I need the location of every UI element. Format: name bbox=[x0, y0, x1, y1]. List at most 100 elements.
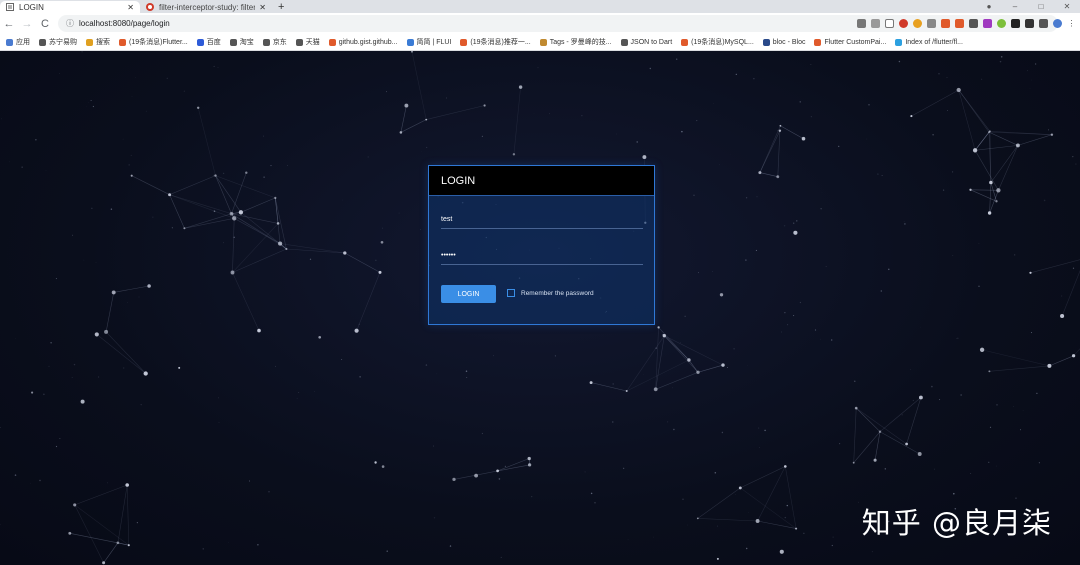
tab-login[interactable]: LOGIN ✕ bbox=[0, 1, 140, 13]
login-card-header: LOGIN bbox=[429, 166, 654, 196]
bookmark-label: (19条消息)MySQL... bbox=[691, 39, 754, 46]
username-field[interactable] bbox=[441, 210, 643, 229]
chrome-icon[interactable] bbox=[913, 18, 922, 28]
bookmark-label: 搜索 bbox=[96, 39, 110, 46]
close-window-icon[interactable]: ✕ bbox=[1054, 2, 1080, 11]
info-icon[interactable]: ⓘ bbox=[66, 18, 74, 29]
watermark: 知乎 @良月柒 bbox=[861, 506, 1052, 540]
bookmark-icon bbox=[229, 38, 237, 46]
bookmark-item[interactable]: (19条消息)MySQL... bbox=[681, 37, 754, 47]
login-card: LOGIN LOGIN Remember the password bbox=[428, 165, 655, 325]
bookmark-item[interactable]: 苏宁易购 bbox=[39, 37, 77, 47]
bookmark-icon bbox=[86, 38, 93, 46]
bookmark-item[interactable]: 天猫 bbox=[295, 37, 320, 47]
bookmark-icon bbox=[895, 38, 903, 46]
github-icon bbox=[146, 3, 154, 11]
bookmark-item[interactable]: JSON to Dart bbox=[620, 38, 673, 46]
remember-checkbox[interactable] bbox=[507, 289, 515, 297]
username-input[interactable] bbox=[441, 215, 643, 223]
bookmark-item[interactable]: Tags - 罗曼峰的技... bbox=[539, 37, 612, 47]
bookmark-icon bbox=[328, 38, 336, 46]
filter-icon[interactable] bbox=[927, 18, 936, 28]
minimize-icon[interactable]: – bbox=[1002, 2, 1028, 11]
back-icon[interactable]: ← bbox=[0, 18, 18, 30]
bookmark-icon bbox=[196, 38, 204, 46]
bookmark-label: Flutter CustomPai... bbox=[824, 38, 887, 46]
tab-title: LOGIN bbox=[19, 2, 44, 12]
bookmark-label: JSON to Dart bbox=[630, 38, 673, 46]
maximize-icon[interactable]: □ bbox=[1028, 2, 1054, 11]
bookmark-icon bbox=[39, 38, 46, 46]
extension-c-icon[interactable] bbox=[955, 18, 964, 28]
page-icon bbox=[6, 3, 14, 11]
bookmark-icon bbox=[262, 38, 270, 46]
star-icon[interactable] bbox=[885, 18, 894, 28]
new-tab-button[interactable]: + bbox=[278, 1, 284, 13]
bookmark-icon bbox=[681, 38, 689, 46]
login-page: LOGIN LOGIN Remember the password 知乎 @良月… bbox=[0, 51, 1080, 565]
bookmark-item[interactable]: Flutter CustomPai... bbox=[814, 38, 887, 46]
puzzle-icon[interactable] bbox=[1039, 18, 1048, 28]
bookmark-item[interactable]: (19条消息)推荐一... bbox=[460, 37, 531, 47]
bookmark-icon bbox=[762, 38, 770, 46]
bookmark-item[interactable]: 应用 bbox=[6, 37, 30, 47]
window-controls: ● – □ ✕ bbox=[976, 0, 1080, 13]
forward-icon[interactable]: → bbox=[18, 18, 36, 30]
close-icon[interactable]: ✕ bbox=[259, 3, 266, 12]
extension-dark-icon[interactable] bbox=[1025, 18, 1034, 28]
bookmark-item[interactable]: github.gist.github... bbox=[328, 38, 398, 46]
bookmark-icon bbox=[6, 38, 13, 46]
account-icon[interactable]: ● bbox=[976, 2, 1002, 11]
bookmark-icon bbox=[539, 38, 547, 46]
reload-icon[interactable]: C bbox=[36, 18, 54, 30]
password-input[interactable] bbox=[441, 251, 643, 259]
bookmark-item[interactable]: 百度 bbox=[196, 37, 221, 47]
remember-label: Remember the password bbox=[521, 289, 594, 297]
bookmark-label: 淘宝 bbox=[239, 39, 254, 46]
bookmark-icon bbox=[406, 38, 414, 46]
extension-red-icon[interactable] bbox=[899, 18, 908, 28]
tab-strip: LOGIN ✕ filter-interceptor-study: filter… bbox=[0, 0, 1080, 13]
bookmark-label: Tags - 罗曼峰的技... bbox=[549, 39, 612, 46]
bookmarks-bar: 应用 苏宁易购 搜索 (19条消息)Flutter... 百度 淘宝 京东 天猫 github.… bbox=[0, 34, 1080, 51]
extension-green-icon[interactable] bbox=[997, 18, 1006, 28]
browser-toolbar: ← → C ⓘ localhost:8080/page/login ⋮ bbox=[0, 13, 1080, 34]
bookmark-item[interactable]: Index of /flutter/fl... bbox=[895, 38, 963, 46]
bookmark-label: bloc - Bloc bbox=[772, 38, 806, 46]
tab-filter-interceptor[interactable]: filter-interceptor-study: filter- ✕ bbox=[140, 1, 272, 13]
qr-icon[interactable] bbox=[1011, 18, 1020, 28]
login-title: LOGIN bbox=[441, 174, 476, 187]
bookmark-icon bbox=[295, 38, 303, 46]
extension-purple-icon[interactable] bbox=[983, 18, 992, 28]
bookmark-icon bbox=[620, 38, 628, 46]
bookmark-item[interactable]: 淘宝 bbox=[229, 37, 254, 47]
bookmark-label: 苏宁易购 bbox=[49, 39, 77, 46]
login-button[interactable]: LOGIN bbox=[441, 285, 496, 303]
password-field[interactable] bbox=[441, 246, 643, 265]
bookmark-label: (19条消息)Flutter... bbox=[129, 39, 188, 46]
bookmark-item[interactable]: (19条消息)Flutter... bbox=[119, 37, 188, 47]
bookmark-label: Index of /flutter/fl... bbox=[905, 38, 963, 46]
bookmark-item[interactable]: bloc - Bloc bbox=[762, 38, 806, 46]
tab-title: filter-interceptor-study: filter- bbox=[159, 2, 256, 12]
key-icon[interactable] bbox=[857, 18, 866, 28]
extension-orange-icon[interactable] bbox=[941, 18, 950, 28]
bookmark-item[interactable]: 京东 bbox=[262, 37, 287, 47]
bookmark-icon bbox=[460, 38, 468, 46]
bookmark-label: 简简 | FLUI bbox=[416, 39, 452, 46]
bookmark-item[interactable]: 简简 | FLUI bbox=[406, 37, 452, 47]
bookmark-item[interactable]: 搜索 bbox=[86, 37, 110, 47]
bookmark-label: 百度 bbox=[206, 39, 221, 46]
remember-password[interactable]: Remember the password bbox=[507, 289, 594, 297]
translate-icon[interactable] bbox=[871, 18, 880, 28]
close-icon[interactable]: ✕ bbox=[127, 3, 134, 12]
extensions-bar: ⋮ bbox=[857, 16, 1076, 30]
menu-icon[interactable]: ⋮ bbox=[1067, 18, 1076, 28]
profile-icon[interactable] bbox=[1053, 18, 1062, 28]
extension-grid-icon[interactable] bbox=[969, 18, 978, 28]
bookmark-label: 天猫 bbox=[305, 39, 320, 46]
bookmark-icon bbox=[119, 38, 126, 46]
bookmark-icon bbox=[814, 38, 822, 46]
bookmark-label: (19条消息)推荐一... bbox=[470, 39, 531, 46]
bookmark-label: github.gist.github... bbox=[338, 38, 398, 46]
